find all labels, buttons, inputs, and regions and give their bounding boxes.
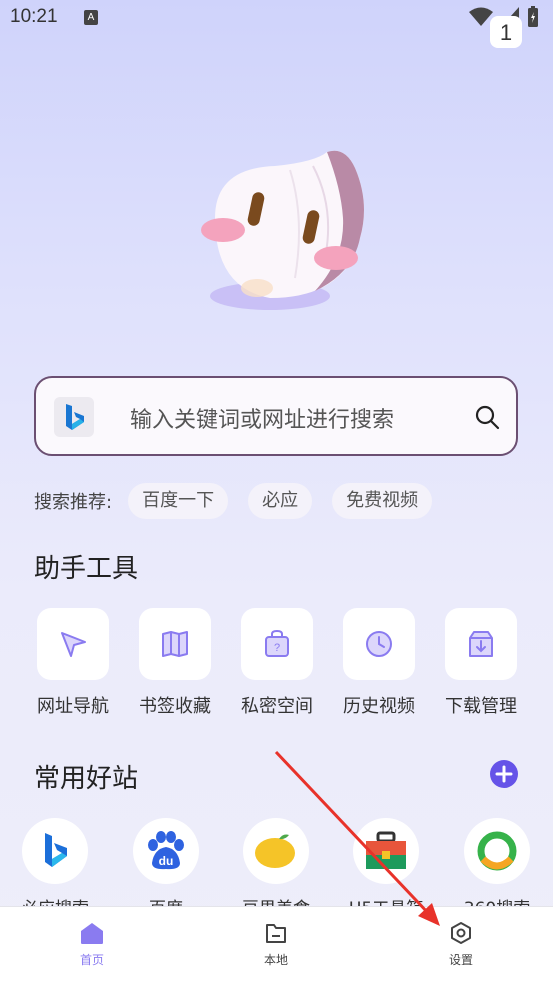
tools-section-title: 助手工具 — [34, 554, 139, 584]
nav-label: 设置 — [448, 953, 473, 967]
tool-tile[interactable] — [445, 608, 517, 680]
status-time: 10:21 — [10, 6, 58, 27]
suggestion-chip[interactable]: 免费视频 — [332, 483, 433, 519]
book-icon — [162, 631, 188, 657]
navigation-arrow-icon — [61, 632, 86, 657]
settings-icon — [451, 922, 471, 944]
tool-label: 私密空间 — [241, 696, 313, 717]
search-suggestions: 搜索推荐: 百度一下 必应 免费视频 — [34, 483, 452, 519]
site-bing[interactable]: 必应搜索 — [5, 818, 105, 919]
search-icon[interactable] — [474, 404, 500, 430]
home-icon — [81, 923, 103, 944]
site-tile[interactable] — [464, 818, 530, 884]
bing-logo-icon[interactable] — [54, 397, 94, 437]
tool-download-manager[interactable]: 下载管理 — [443, 608, 519, 718]
site-douguo[interactable]: 豆果美食 — [226, 818, 326, 919]
suggestion-chip[interactable]: 百度一下 — [128, 483, 229, 519]
baidu-logo-icon: du — [148, 831, 184, 870]
suggestions-label: 搜索推荐: — [34, 492, 113, 513]
download-box-icon — [469, 631, 493, 657]
tool-private-space[interactable]: ? 私密空间 — [239, 608, 315, 718]
search-box[interactable]: 输入关键词或网址进行搜索 — [34, 376, 518, 456]
nav-label: 首页 — [79, 953, 104, 967]
tool-label: 网址导航 — [37, 696, 109, 717]
add-site-button[interactable] — [490, 760, 518, 788]
favorite-sites: 必应搜索 du 百度 豆果美食 H5工具箱 360搜索 — [0, 818, 553, 919]
status-bar: 10:21 A — [0, 0, 553, 40]
tool-label: 下载管理 — [445, 696, 517, 717]
battery-icon — [528, 6, 538, 27]
tool-tile[interactable]: ? — [241, 608, 313, 680]
site-baidu[interactable]: du 百度 — [116, 818, 216, 919]
suggestion-chip[interactable]: 必应 — [248, 483, 313, 519]
toolbox-icon — [366, 831, 406, 869]
plus-icon — [495, 765, 513, 783]
nav-home[interactable]: 首页 — [52, 921, 132, 968]
onion-mascot-logo — [201, 150, 364, 310]
sites-section-title: 常用好站 — [34, 764, 139, 794]
tool-bookmarks[interactable]: 书签收藏 — [137, 608, 213, 718]
site-tile[interactable] — [353, 818, 419, 884]
clock-icon — [366, 631, 392, 657]
nav-label: 本地 — [263, 953, 288, 967]
bing-logo-icon — [45, 833, 67, 867]
bottom-nav: 首页 本地 设置 — [0, 906, 553, 984]
tool-tile[interactable] — [343, 608, 415, 680]
folder-icon — [266, 924, 286, 943]
notification-icon: A — [84, 10, 98, 25]
site-tile[interactable] — [243, 818, 309, 884]
search-input[interactable]: 输入关键词或网址进行搜索 — [130, 402, 394, 434]
douguo-logo-icon — [255, 834, 295, 868]
lock-bag-icon: ? — [265, 629, 289, 657]
site-tile[interactable] — [22, 818, 88, 884]
tool-history-video[interactable]: 历史视频 — [341, 608, 417, 718]
tools-grid: 网址导航 书签收藏 ? 私密空间 历史视频 下载管理 — [35, 608, 519, 718]
overlay-badge[interactable]: 1 — [490, 16, 522, 48]
site-360-search[interactable]: 360搜索 — [447, 818, 547, 919]
nav-settings[interactable]: 设置 — [421, 921, 501, 968]
site-tile[interactable]: du — [133, 818, 199, 884]
tool-tile[interactable] — [139, 608, 211, 680]
tool-tile[interactable] — [37, 608, 109, 680]
svg-text:du: du — [159, 854, 174, 868]
tool-label: 历史视频 — [343, 696, 415, 717]
nav-local[interactable]: 本地 — [236, 921, 316, 968]
site-h5-toolbox[interactable]: H5工具箱 — [336, 818, 436, 919]
svg-text:?: ? — [274, 642, 280, 654]
tool-web-navigation[interactable]: 网址导航 — [35, 608, 111, 718]
360-logo-icon — [477, 831, 517, 871]
tool-label: 书签收藏 — [139, 696, 211, 717]
